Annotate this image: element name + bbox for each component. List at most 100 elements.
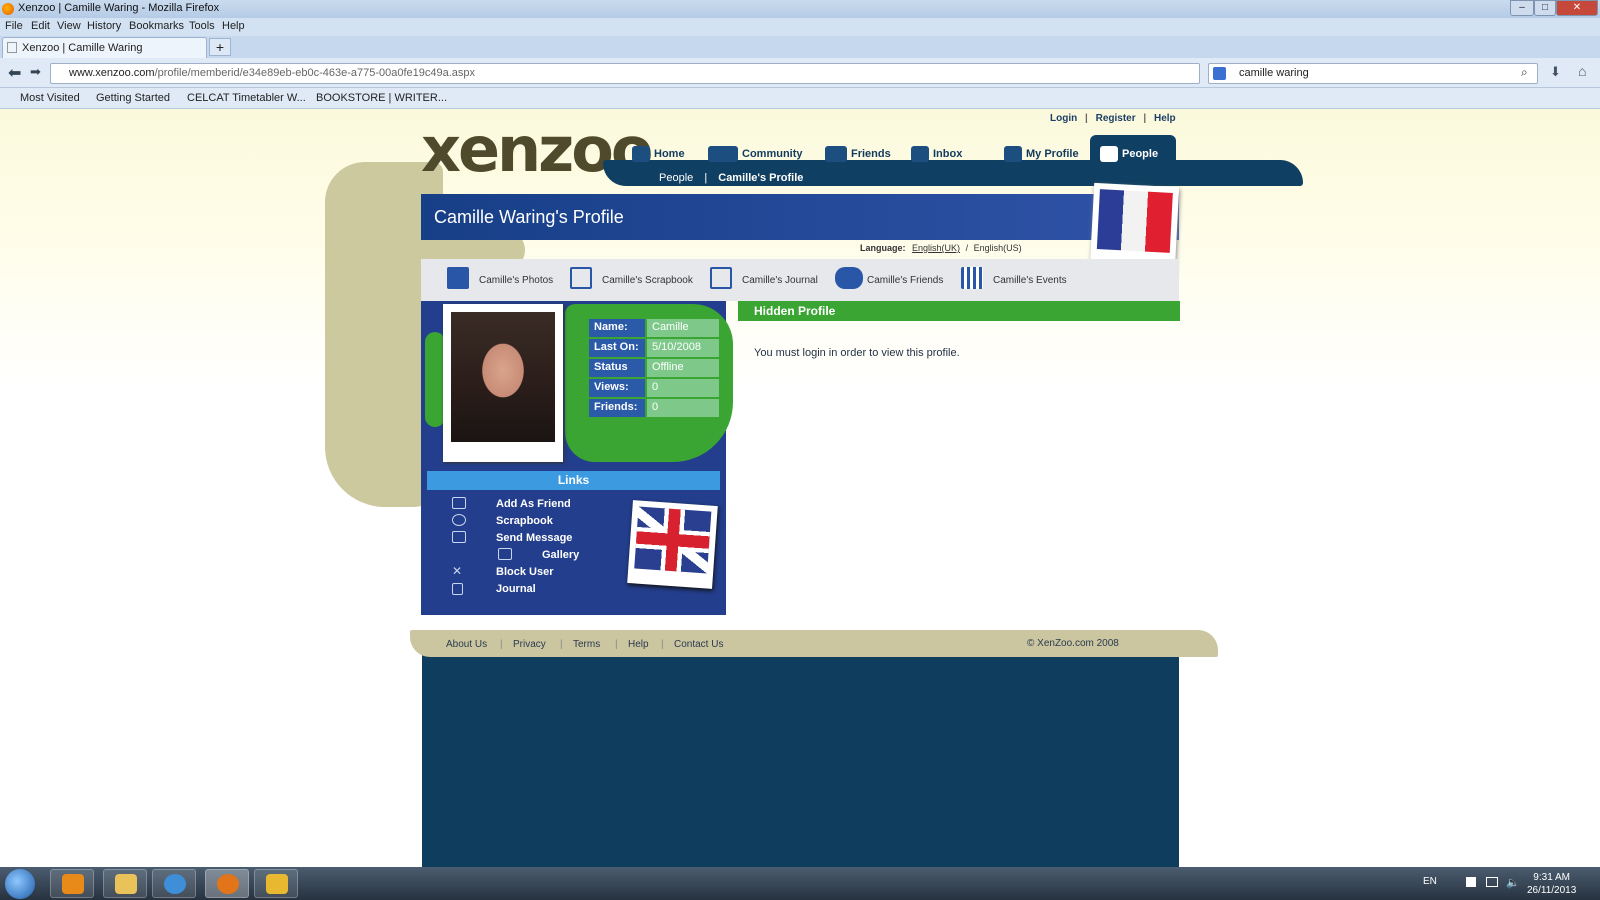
language-selector: Language: English(UK) / English(US) — [860, 243, 1022, 253]
name-value: Camille — [647, 319, 719, 337]
nav-friends[interactable]: Friends — [825, 146, 891, 162]
breadcrumb-profile[interactable]: Camille's Profile — [718, 172, 803, 184]
envelope-icon — [452, 531, 466, 543]
home-icon[interactable]: ⌂ — [1578, 63, 1586, 79]
menu-edit[interactable]: Edit — [31, 20, 50, 32]
menu-file[interactable]: File — [5, 20, 23, 32]
browser-tab[interactable]: Xenzoo | Camille Waring — [2, 37, 207, 58]
footer-about[interactable]: About Us — [446, 639, 487, 650]
status-value: Offline — [647, 359, 719, 377]
bookmark-getting-started[interactable]: Getting Started — [96, 92, 170, 104]
tab-journal[interactable]: Camille's Journal — [710, 267, 818, 289]
footer-terms[interactable]: Terms — [573, 639, 600, 650]
clock-time: 9:31 AM — [1533, 872, 1570, 883]
home-icon — [632, 146, 650, 162]
tab-scrapbook[interactable]: Camille's Scrapbook — [570, 267, 693, 289]
bookmarks-bar: Most Visited Getting Started CELCAT Time… — [0, 88, 1600, 109]
name-label: Name: — [589, 319, 645, 337]
top-links: Login | Register | Help — [1050, 113, 1176, 124]
bookmark-bookstore[interactable]: BOOKSTORE | WRITER... — [316, 92, 447, 104]
register-link[interactable]: Register — [1096, 113, 1136, 124]
friends-icon — [835, 267, 863, 289]
language-label: Language: — [860, 243, 906, 253]
bookmark-most-visited[interactable]: Most Visited — [20, 92, 80, 104]
notebook-icon — [1004, 146, 1022, 162]
bookmark-celcat[interactable]: CELCAT Timetabler W... — [187, 92, 306, 104]
login-link[interactable]: Login — [1050, 113, 1077, 124]
volume-muted-icon[interactable]: 🔈 — [1506, 876, 1520, 889]
url-path: /profile/memberid/e34e89eb-eb0c-463e-a77… — [154, 67, 476, 79]
profile-photo[interactable] — [443, 304, 563, 462]
menu-history[interactable]: History — [87, 20, 121, 32]
forward-icon[interactable]: ➡ — [30, 64, 41, 80]
language-us-link[interactable]: English(US) — [974, 243, 1022, 253]
journal-icon — [710, 267, 732, 289]
tab-bar — [0, 36, 1600, 58]
ie-button[interactable] — [152, 869, 196, 898]
menu-view[interactable]: View — [57, 20, 81, 32]
clock-date: 26/11/2013 — [1527, 885, 1577, 896]
block-user-link[interactable]: Block User — [496, 566, 553, 578]
send-message-link[interactable]: Send Message — [496, 532, 572, 544]
nav-people[interactable]: People — [1100, 146, 1158, 162]
gallery-icon — [498, 548, 512, 560]
language-uk-link[interactable]: English(UK) — [912, 243, 960, 253]
explorer-button[interactable] — [103, 869, 147, 898]
nav-home[interactable]: Home — [632, 146, 685, 162]
nav-inbox[interactable]: Inbox — [911, 146, 962, 162]
menu-bookmarks[interactable]: Bookmarks — [129, 20, 184, 32]
links-heading: Links — [427, 471, 720, 490]
tab-friends[interactable]: Camille's Friends — [835, 267, 943, 289]
firefox-icon — [2, 3, 14, 15]
add-friend-icon — [452, 497, 466, 509]
network-tray-icon[interactable] — [1486, 877, 1498, 887]
nav-community[interactable]: Community — [708, 146, 803, 162]
footer-separator: | — [560, 639, 563, 650]
friends-label: Friends: — [589, 399, 645, 417]
community-icon — [708, 146, 738, 162]
outlook-button[interactable] — [254, 869, 298, 898]
breadcrumb-people[interactable]: People — [659, 172, 693, 184]
help-link[interactable]: Help — [1154, 113, 1176, 124]
maximize-button[interactable]: □ — [1534, 0, 1556, 16]
footer-contact[interactable]: Contact Us — [674, 639, 723, 650]
status-label: Status — [589, 359, 645, 377]
tab-photos[interactable]: Camille's Photos — [447, 267, 553, 289]
tab-events[interactable]: Camille's Events — [961, 267, 1067, 289]
download-icon[interactable]: ⬇ — [1550, 64, 1561, 80]
url-domain: www.xenzoo.com — [69, 67, 155, 79]
gallery-link[interactable]: Gallery — [542, 549, 579, 561]
minimize-button[interactable]: – — [1510, 0, 1534, 16]
scrapbook-icon — [570, 267, 592, 289]
new-tab-button[interactable]: + — [209, 38, 231, 56]
laston-value: 5/10/2008 — [647, 339, 719, 357]
magnifier-icon[interactable]: ⌕ — [1521, 65, 1528, 80]
system-clock[interactable]: 9:31 AM 26/11/2013 — [1527, 871, 1576, 897]
scrapbook-link[interactable]: Scrapbook — [496, 515, 553, 527]
menu-bar: File Edit View History Bookmarks Tools H… — [0, 18, 1600, 36]
close-button[interactable]: ✕ — [1556, 0, 1598, 16]
speech-bubble-icon — [452, 514, 466, 526]
url-bar[interactable]: www.xenzoo.com/profile/memberid/e34e89eb… — [50, 63, 1200, 84]
search-bar[interactable]: camille waring ⌕ — [1208, 63, 1538, 84]
nav-my-profile[interactable]: My Profile — [1004, 146, 1079, 162]
start-button[interactable] — [5, 869, 35, 899]
menu-help[interactable]: Help — [222, 20, 245, 32]
footer-privacy[interactable]: Privacy — [513, 639, 546, 650]
hidden-profile-heading: Hidden Profile — [738, 301, 1180, 321]
firefox-button[interactable] — [205, 869, 249, 898]
copyright: © XenZoo.com 2008 — [1027, 638, 1119, 649]
journal-link[interactable]: Journal — [496, 583, 536, 595]
views-value: 0 — [647, 379, 719, 397]
footer-separator: | — [615, 639, 618, 650]
flag-tray-icon[interactable] — [1466, 877, 1476, 887]
menu-tools[interactable]: Tools — [189, 20, 215, 32]
hidden-profile-message: You must login in order to view this pro… — [754, 347, 960, 359]
back-icon[interactable]: ⬅ — [8, 63, 21, 83]
footer-help[interactable]: Help — [628, 639, 649, 650]
journal-icon — [452, 583, 463, 595]
add-friend-link[interactable]: Add As Friend — [496, 498, 571, 510]
media-player-button[interactable] — [50, 869, 94, 898]
window-titlebar: Xenzoo | Camille Waring - Mozilla Firefo… — [0, 0, 1600, 18]
language-indicator[interactable]: EN — [1423, 876, 1437, 887]
